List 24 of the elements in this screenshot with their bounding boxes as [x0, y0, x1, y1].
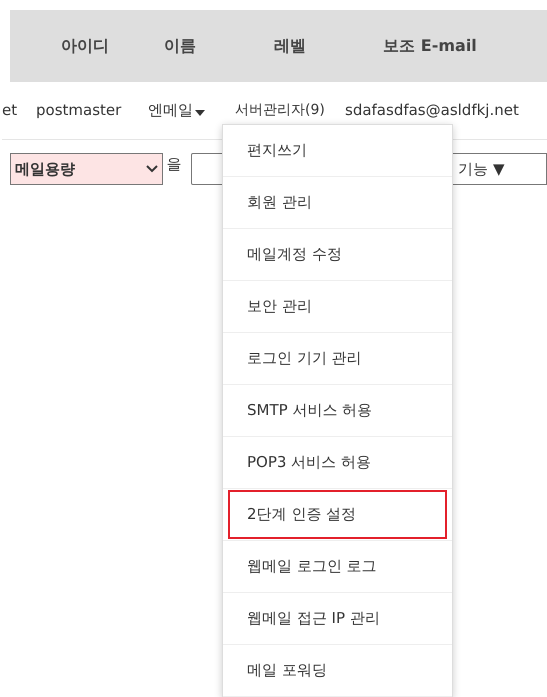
table-cell-text: et	[2, 100, 18, 122]
menu-item[interactable]: 편지쓰기	[223, 125, 452, 176]
menu-item[interactable]: 웹메일 접근 IP 관리	[223, 593, 452, 644]
chevron-icon	[146, 165, 158, 173]
table-cell: 엔메일	[148, 99, 235, 122]
table-cell-text: postmaster	[36, 100, 122, 122]
menu-item[interactable]: POP3 서비스 허용	[223, 437, 452, 488]
column-header: 아이디	[60, 35, 110, 57]
menu-item[interactable]: 2단계 인증 설정	[228, 490, 447, 539]
caret-icon	[195, 110, 205, 116]
menu-item[interactable]: 회원 관리	[223, 177, 452, 228]
column-header: 보조 E-mail	[382, 35, 478, 57]
table-cell-text: sdafasdfas@asldfkj.net	[345, 100, 519, 122]
menu-item[interactable]: 보안 관리	[223, 281, 452, 332]
field-select[interactable]: 메일용량	[10, 153, 164, 185]
particle-label: 을	[166, 154, 182, 175]
menu-item[interactable]: 로그인 기기 관리	[223, 333, 452, 384]
column-header: 이름	[163, 35, 197, 57]
column-header: 레벨	[273, 35, 307, 57]
menu-item[interactable]: SMTP 서비스 허용	[223, 385, 452, 436]
menu-item[interactable]: 메일 포워딩	[223, 645, 452, 696]
table-cell-text: 서버관리자(9)	[235, 101, 326, 120]
menu-item[interactable]: 웹메일 로그인 로그	[223, 541, 452, 592]
menu-item[interactable]: 메일계정 수정	[223, 229, 452, 280]
